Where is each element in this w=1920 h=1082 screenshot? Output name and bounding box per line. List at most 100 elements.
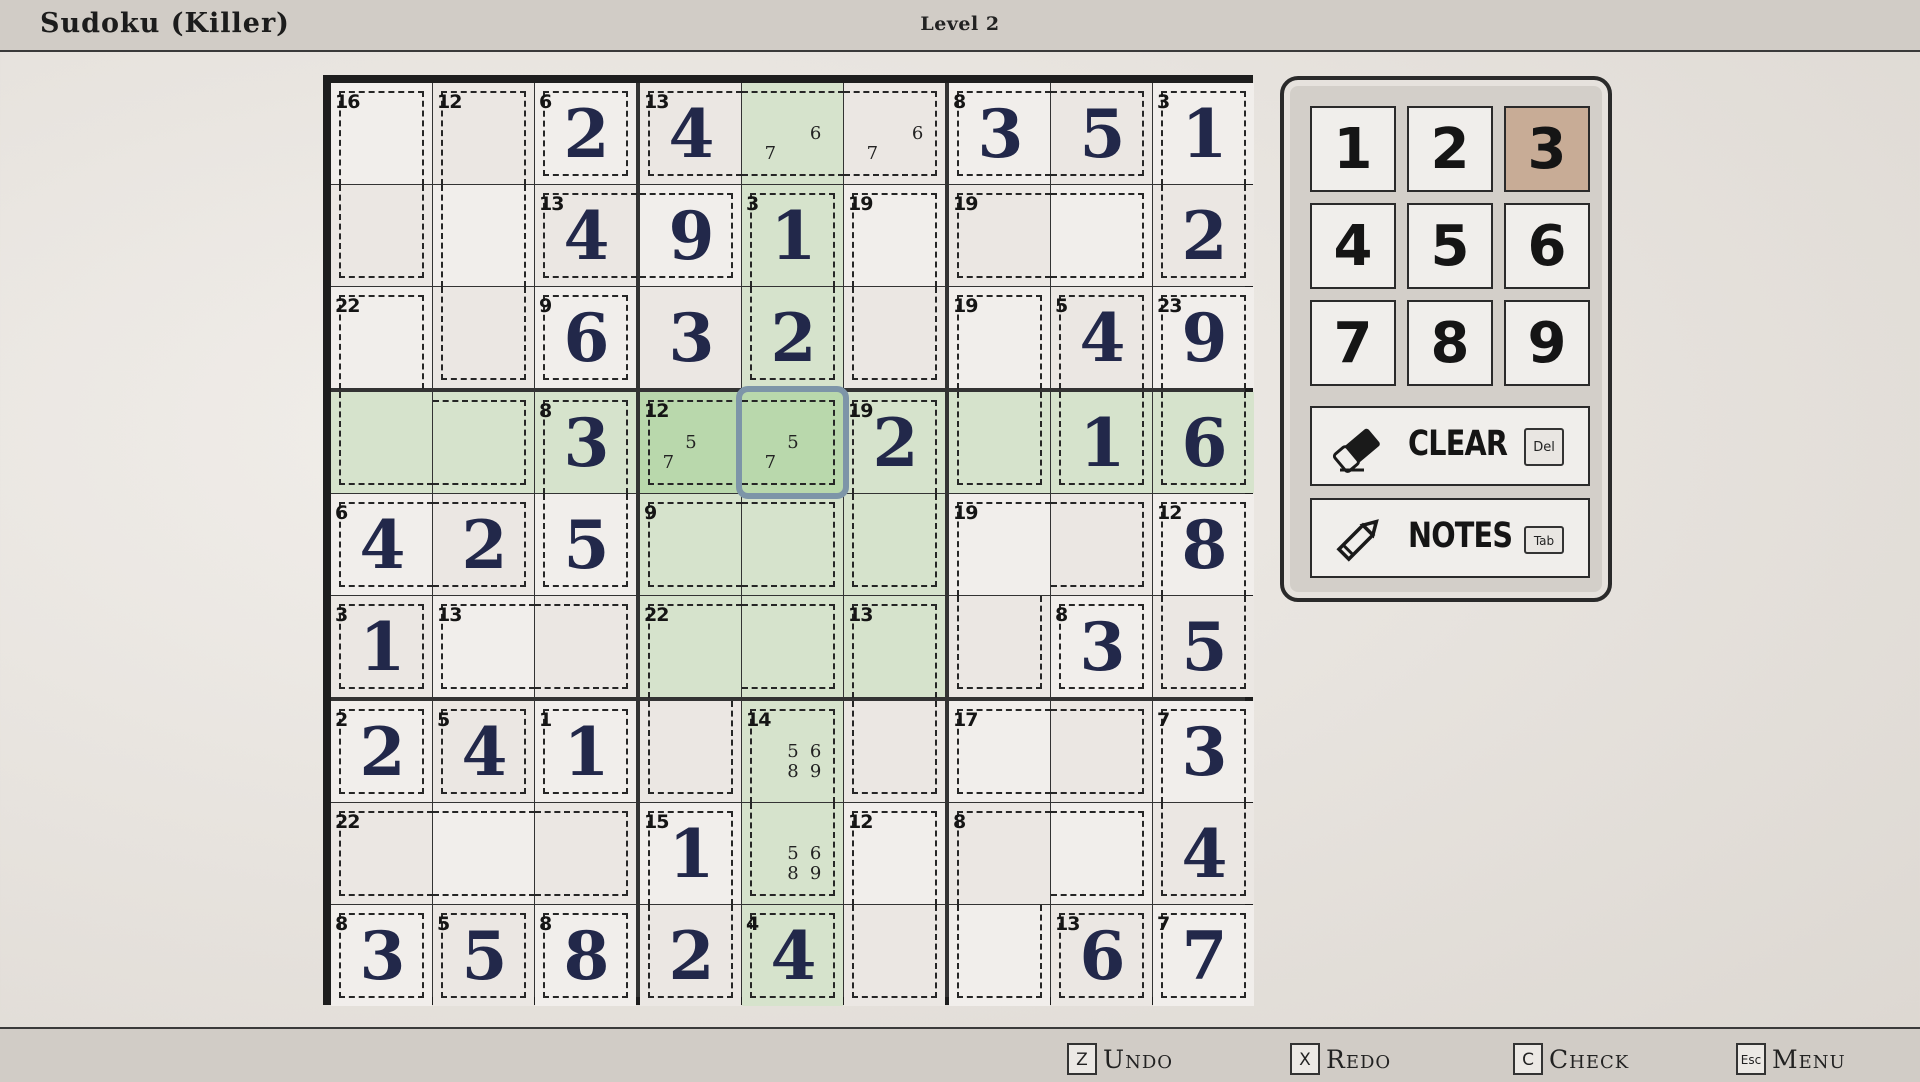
cell-r7c4[interactable] (640, 701, 741, 802)
cell-r8c3[interactable] (535, 803, 636, 904)
cage-border (957, 596, 1042, 689)
redo-action[interactable]: X Redo (1290, 1041, 1391, 1077)
notes-button[interactable]: NOTES Tab (1310, 498, 1590, 578)
redo-key: X (1290, 1043, 1320, 1075)
number-button-4[interactable]: 4 (1310, 203, 1396, 289)
cell-r2c4[interactable]: 9 (640, 185, 741, 286)
cell-r9c6[interactable] (844, 905, 945, 1006)
number-button-2[interactable]: 2 (1407, 106, 1493, 192)
cell-r4c3[interactable]: 83 (535, 392, 636, 494)
cell-r1c2[interactable]: 12 (433, 83, 534, 185)
cell-r6c6[interactable]: 13 (844, 596, 945, 698)
cell-r3c1[interactable]: 22 (331, 287, 432, 389)
menu-action[interactable]: Esc Menu (1736, 1041, 1846, 1077)
cell-r6c7[interactable] (949, 596, 1050, 697)
number-button-1[interactable]: 1 (1310, 106, 1396, 192)
cell-r6c2[interactable]: 13 (433, 596, 535, 697)
cell-r7c6[interactable] (844, 701, 945, 802)
cell-r6c1[interactable]: 31 (331, 596, 432, 697)
cell-r8c4[interactable]: 15 1 (640, 803, 741, 905)
cell-r4c5[interactable]: 57 (742, 392, 843, 493)
cell-r8c5[interactable]: 5689 (742, 803, 843, 904)
cell-r1c5[interactable]: 67 (742, 83, 844, 184)
cell-r1c9[interactable]: 31 (1153, 83, 1254, 185)
cell-r8c7[interactable]: 8 (949, 803, 1051, 905)
cell-r2c6[interactable]: 19 (844, 185, 945, 287)
cell-r7c3[interactable]: 11 (535, 701, 636, 802)
check-action[interactable]: C Check (1513, 1041, 1629, 1077)
cell-r2c5[interactable]: 31 (742, 185, 843, 287)
cell-r2c1[interactable] (331, 185, 432, 286)
cell-r8c1[interactable]: 22 (331, 803, 433, 904)
cell-r1c8[interactable]: 5 (1051, 83, 1152, 184)
cell-r6c5[interactable] (742, 596, 843, 697)
cell-r6c3[interactable] (535, 596, 636, 697)
number-button-5[interactable]: 5 (1407, 203, 1493, 289)
cell-r4c6[interactable]: 19 2 (844, 392, 945, 494)
cell-r1c3[interactable]: 62 (535, 83, 636, 184)
number-button-7[interactable]: 7 (1310, 300, 1396, 386)
cell-r5c3[interactable]: 5 (535, 494, 636, 595)
cell-r7c1[interactable]: 22 (331, 701, 432, 802)
cell-r3c2[interactable] (433, 287, 534, 388)
cell-r2c3[interactable]: 13 4 (535, 185, 637, 286)
number-button-9[interactable]: 9 (1504, 300, 1590, 386)
cell-r3c5[interactable]: 2 (742, 287, 843, 388)
cell-r3c3[interactable]: 96 (535, 287, 636, 388)
cell-r9c4[interactable]: 2 (640, 905, 741, 1006)
clear-button[interactable]: CLEAR Del (1310, 406, 1590, 486)
cell-r3c4[interactable]: 3 (640, 287, 741, 388)
cell-r8c6[interactable]: 12 (844, 803, 945, 905)
cell-r3c8[interactable]: 54 (1051, 287, 1152, 389)
cell-r4c4[interactable]: 12 5 7 (640, 392, 742, 493)
cell-r9c9[interactable]: 77 (1153, 905, 1254, 1006)
cell-r7c9[interactable]: 73 (1153, 701, 1254, 803)
cell-r7c2[interactable]: 54 (433, 701, 534, 802)
number-button-6[interactable]: 6 (1504, 203, 1590, 289)
cell-r4c7[interactable] (949, 392, 1050, 493)
cell-r5c7[interactable]: 19 (949, 494, 1051, 596)
cage-border (441, 185, 526, 287)
cell-r5c5[interactable] (742, 494, 843, 595)
number-button-8[interactable]: 8 (1407, 300, 1493, 386)
cell-r1c6[interactable]: 67 (844, 83, 945, 184)
cell-r5c4[interactable]: 9 (640, 494, 742, 595)
cell-r9c8[interactable]: 13 6 (1051, 905, 1152, 1006)
cell-r2c8[interactable] (1051, 185, 1152, 286)
cell-r6c9[interactable]: 5 (1153, 596, 1254, 697)
cell-r5c6[interactable] (844, 494, 945, 595)
cell-r2c2[interactable] (433, 185, 534, 287)
cell-r8c2[interactable] (433, 803, 535, 904)
cell-r9c7[interactable] (949, 905, 1050, 1006)
cell-r2c7[interactable]: 19 (949, 185, 1051, 286)
cell-r3c9[interactable]: 23 9 (1153, 287, 1254, 389)
cell-r1c1[interactable]: 16 (331, 83, 432, 185)
cell-r9c1[interactable]: 83 (331, 905, 432, 1006)
cell-r5c9[interactable]: 12 8 (1153, 494, 1254, 596)
cell-r7c5[interactable]: 14 5 6 8 9 (742, 701, 843, 803)
cell-r9c2[interactable]: 55 (433, 905, 534, 1006)
cell-r5c8[interactable] (1051, 494, 1152, 595)
cell-r4c2[interactable] (433, 392, 534, 493)
cell-r8c9[interactable]: 4 (1153, 803, 1254, 904)
cell-r3c6[interactable] (844, 287, 945, 388)
cell-r1c4[interactable]: 13 4 (640, 83, 742, 184)
check-label: Check (1549, 1044, 1630, 1074)
cell-r6c8[interactable]: 83 (1051, 596, 1152, 697)
cell-r7c7[interactable]: 17 (949, 701, 1051, 802)
cell-r7c8[interactable] (1051, 701, 1152, 802)
number-button-3[interactable]: 3 (1504, 106, 1590, 192)
cell-r6c4[interactable]: 22 (640, 596, 742, 698)
cell-r4c9[interactable]: 6 (1153, 392, 1254, 493)
cell-r4c8[interactable]: 1 (1051, 392, 1152, 493)
cell-r2c9[interactable]: 2 (1153, 185, 1254, 286)
cell-r9c5[interactable]: 44 (742, 905, 843, 1006)
cell-r3c7[interactable]: 19 (949, 287, 1050, 389)
cell-r9c3[interactable]: 88 (535, 905, 636, 1006)
cell-r1c7[interactable]: 83 (949, 83, 1051, 184)
cell-r5c1[interactable]: 64 (331, 494, 433, 595)
cell-r5c2[interactable]: 2 (433, 494, 534, 595)
cell-r8c8[interactable] (1051, 803, 1152, 904)
undo-action[interactable]: Z Undo (1067, 1041, 1173, 1077)
cell-r4c1[interactable] (331, 392, 433, 493)
